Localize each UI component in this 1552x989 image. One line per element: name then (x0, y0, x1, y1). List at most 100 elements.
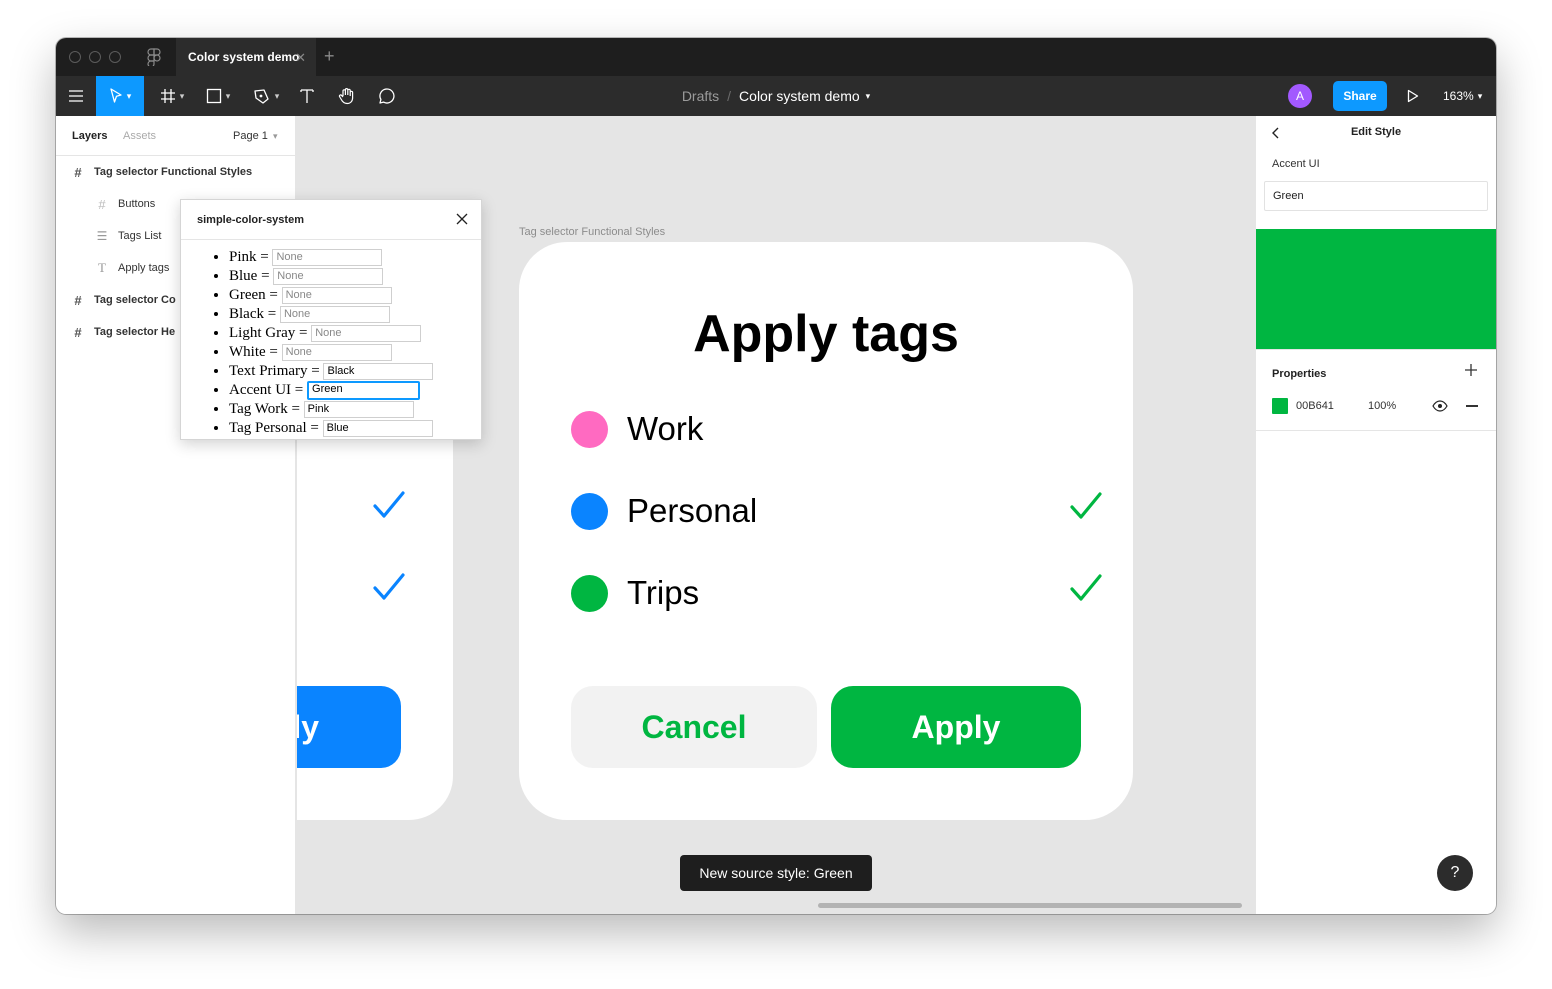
mapping-label: Blue = (229, 268, 270, 284)
mapping-row: Light Gray = None (229, 324, 481, 343)
mapping-input[interactable]: None (279, 306, 390, 323)
pen-icon (254, 89, 269, 104)
tab-assets[interactable]: Assets (123, 130, 156, 142)
close-icon[interactable] (455, 212, 469, 226)
page-selector[interactable]: Page 1 ▾ (233, 130, 277, 142)
tab-layers[interactable]: Layers (72, 130, 107, 142)
checkmark-icon (1070, 492, 1102, 519)
mapping-input[interactable]: None (281, 344, 392, 361)
frame-icon: # (98, 196, 106, 212)
frame-label[interactable]: Tag selector Functional Styles (519, 226, 665, 238)
fill-hex-value[interactable]: 00B641 (1296, 400, 1334, 412)
breadcrumb-file-name[interactable]: Color system demo (739, 88, 860, 104)
main-menu-button[interactable] (56, 76, 96, 116)
tag-color-dot (571, 411, 608, 448)
pen-tool-button[interactable]: ▾ (246, 76, 286, 116)
fill-swatch[interactable] (1272, 398, 1288, 414)
mapping-label: White = (229, 344, 278, 360)
rectangle-icon (206, 88, 221, 104)
move-tool-button[interactable]: ▾ (96, 76, 144, 116)
file-tab[interactable]: Color system demo ✕ (176, 38, 316, 76)
hand-icon (338, 88, 354, 105)
chevron-down-icon[interactable]: ▾ (866, 91, 871, 102)
divider (1256, 430, 1496, 431)
close-window-button[interactable] (69, 51, 81, 63)
mapping-input[interactable]: Blue (322, 420, 433, 437)
play-icon (1407, 89, 1419, 103)
mapping-row: White = None (229, 343, 481, 362)
panel-title: Edit Style (1350, 126, 1402, 138)
tag-row-trips[interactable]: Trips (571, 573, 1102, 613)
partial-apply-button[interactable]: ly (297, 686, 401, 768)
mapping-label: Pink = (229, 249, 269, 265)
present-button[interactable] (1402, 76, 1424, 116)
mapping-input[interactable]: Black (323, 363, 434, 380)
toast-notification: New source style: Green (680, 855, 872, 891)
zoom-window-button[interactable] (109, 51, 121, 63)
tag-selector-card[interactable]: Apply tags Work Personal Trips Cancel Ap… (519, 242, 1133, 820)
add-icon[interactable] (1464, 363, 1478, 377)
help-button[interactable]: ? (1437, 855, 1473, 891)
cancel-button[interactable]: Cancel (571, 686, 817, 768)
figma-logo-icon[interactable] (147, 48, 161, 66)
file-tab-title: Color system demo (188, 50, 300, 64)
tag-row-work[interactable]: Work (571, 409, 1091, 449)
frame-icon: # (74, 292, 82, 308)
new-tab-button[interactable]: + (324, 46, 335, 67)
chevron-down-icon: ▾ (225, 90, 231, 101)
tag-row-personal[interactable]: Personal (571, 491, 1102, 531)
page-label: Page 1 (233, 130, 268, 142)
shape-tool-button[interactable]: ▾ (198, 76, 238, 116)
remove-fill-icon[interactable] (1466, 405, 1478, 407)
hamburger-icon (69, 90, 83, 102)
eye-icon[interactable] (1432, 400, 1448, 412)
panel-tabs: Layers Assets Page 1 ▾ (56, 116, 295, 156)
comment-tool-button[interactable] (374, 76, 400, 116)
mapping-label: Accent UI = (229, 382, 304, 398)
hand-tool-button[interactable] (334, 76, 360, 116)
tag-name: Personal (627, 492, 758, 529)
mapping-label: Tag Personal = (229, 420, 319, 436)
breadcrumb-drafts[interactable]: Drafts (682, 88, 719, 104)
text-tool-button[interactable] (294, 76, 320, 116)
text-icon (300, 89, 314, 103)
divider (1256, 349, 1496, 350)
mapping-input[interactable]: None (281, 287, 392, 304)
mapping-label: Text Primary = (229, 363, 320, 379)
color-preview-swatch (1256, 229, 1496, 349)
apply-button[interactable]: Apply (831, 686, 1081, 768)
frame-icon (160, 89, 175, 103)
plugin-window: simple-color-system Pink = None Blue = N… (180, 199, 482, 440)
zoom-menu[interactable]: 163% ▾ (1443, 76, 1482, 116)
tag-color-dot (571, 575, 608, 612)
fill-opacity-value[interactable]: 100% (1368, 400, 1396, 412)
minimize-window-button[interactable] (89, 51, 101, 63)
mapping-row: Accent UI = Green (229, 381, 481, 400)
tag-color-dot (571, 493, 608, 530)
layer-item[interactable]: # Tag selector Functional Styles (72, 156, 292, 188)
toolbar: ▾ ▾ ▾ ▾ Drafts / Color system demo ▾ A S… (56, 76, 1496, 116)
chevron-down-icon: ▾ (1477, 90, 1483, 101)
frame-tool-button[interactable]: ▾ (152, 76, 192, 116)
mapping-row: Pink = None (229, 248, 481, 267)
style-mapping-list: Pink = None Blue = None Green = None Bla… (181, 240, 481, 438)
title-bar: Color system demo ✕ + (56, 38, 1496, 76)
checkmark-icon (373, 491, 405, 518)
avatar[interactable]: A (1288, 84, 1312, 108)
mapping-input[interactable]: None (273, 268, 384, 285)
edit-style-panel: Edit Style Accent UI Green Properties 00… (1255, 116, 1496, 914)
chevron-down-icon: ▾ (126, 90, 132, 101)
mapping-input[interactable]: None (272, 249, 383, 266)
tab-close-icon[interactable]: ✕ (295, 50, 306, 66)
autolayout-icon: ☰ (96, 229, 108, 243)
horizontal-scrollbar[interactable] (818, 903, 1242, 908)
chevron-down-icon: ▾ (179, 90, 185, 101)
style-description-input[interactable]: Green (1264, 181, 1488, 211)
mapping-input[interactable]: Pink (303, 401, 414, 418)
plugin-title: simple-color-system (197, 213, 304, 226)
mapping-label: Light Gray = (229, 325, 308, 341)
mapping-input[interactable]: None (311, 325, 422, 342)
mapping-input-focused[interactable]: Green (307, 381, 421, 400)
mapping-row: Text Primary = Black (229, 362, 481, 381)
share-button[interactable]: Share (1333, 81, 1387, 111)
